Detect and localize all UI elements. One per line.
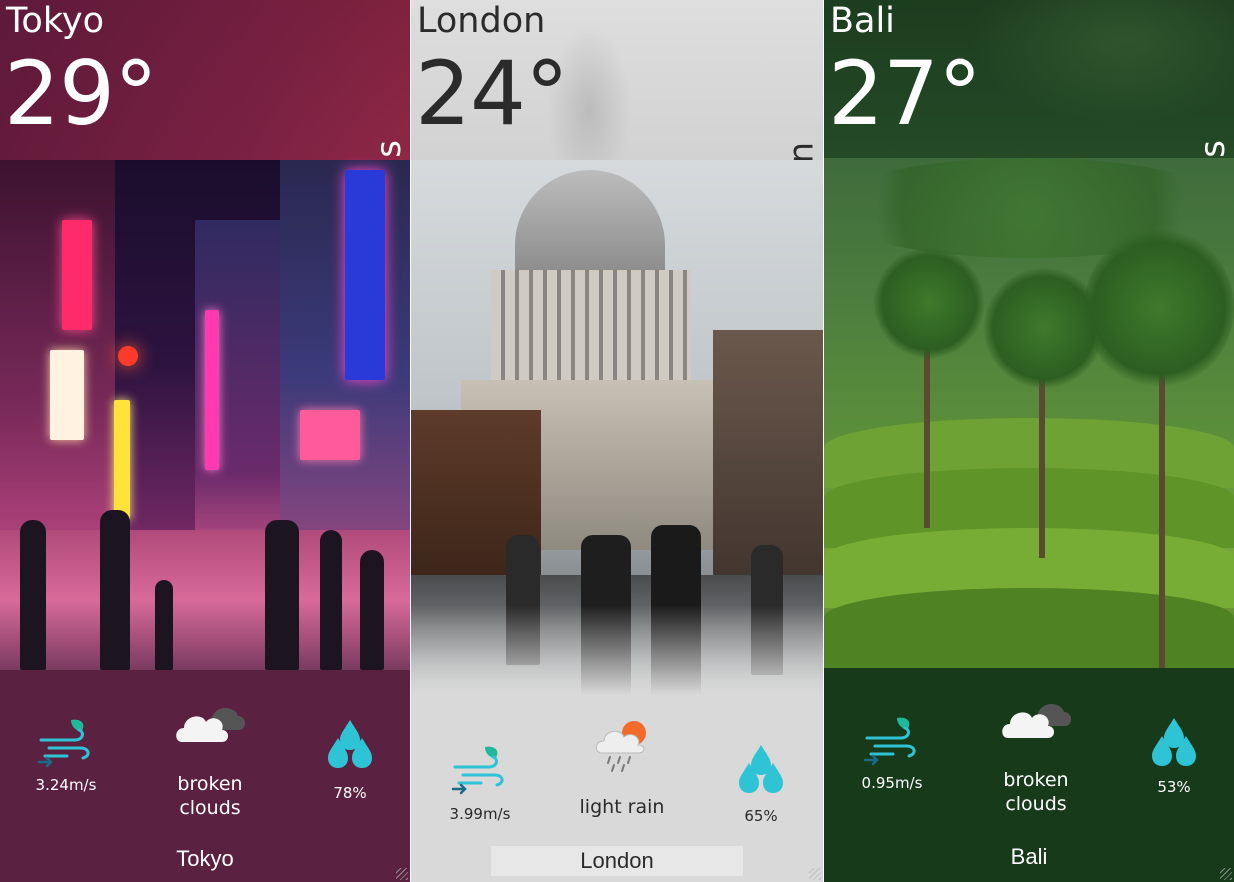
wind-speed: 3.24m/s (35, 776, 97, 794)
condition-description: broken clouds (160, 772, 260, 820)
city-name: Bali (830, 1, 895, 41)
condition-stat: broken clouds (986, 696, 1086, 816)
weather-card-bali[interactable]: Bali 27° Clouds 0.95m/s (824, 0, 1234, 882)
footer-city-name: London (491, 846, 743, 876)
card-header: Bali 27° Clouds (824, 0, 1234, 158)
condition-line-2: clouds (179, 797, 241, 819)
temperature: 27° (828, 42, 982, 145)
card-header: Tokyo 29° Clouds (0, 0, 410, 160)
humidity-drops-icon (739, 745, 783, 793)
weather-main-label: Rain (782, 142, 822, 160)
humidity-stat: 78% (314, 718, 386, 802)
broken-clouds-icon (176, 707, 246, 742)
humidity-stat: 53% (1138, 716, 1210, 796)
wind-icon (863, 717, 916, 766)
condition-description: broken clouds (986, 768, 1086, 816)
condition-line-1: broken (1003, 769, 1069, 791)
condition-line-2: clouds (1005, 793, 1067, 815)
weather-card-tokyo[interactable]: Tokyo 29° Clouds 3 (0, 0, 410, 882)
light-rain-icon (595, 721, 646, 772)
card-stats: 3.99m/s light rain 65% London (411, 695, 823, 882)
condition-line-1: broken (177, 773, 243, 795)
humidity-value: 78% (333, 784, 367, 802)
condition-stat: light rain (567, 717, 677, 819)
humidity-drops-icon (1152, 718, 1196, 766)
resize-handle[interactable] (809, 868, 821, 880)
resize-handle[interactable] (1220, 868, 1232, 880)
city-photo (824, 158, 1234, 668)
card-header: London 24° Rain (411, 0, 823, 160)
resize-handle[interactable] (396, 868, 408, 880)
humidity-drops-icon (328, 720, 372, 768)
humidity-stat: 65% (725, 743, 797, 825)
condition-stat: broken clouds (160, 700, 260, 820)
weather-card-london[interactable]: London 24° Rain 3.99m/s (411, 0, 823, 882)
wind-icon (37, 719, 90, 768)
city-photo (0, 160, 410, 670)
broken-clouds-icon (1002, 703, 1072, 738)
temperature: 24° (415, 42, 569, 145)
footer-city-name: Bali (1010, 844, 1048, 869)
humidity-value: 65% (744, 807, 778, 825)
footer-city-name: Tokyo (176, 846, 234, 871)
wind-stat: 3.24m/s (22, 716, 110, 794)
wind-speed: 0.95m/s (861, 774, 923, 792)
condition-line-1: light rain (579, 796, 665, 818)
wind-stat: 3.99m/s (435, 743, 525, 823)
humidity-value: 53% (1157, 778, 1191, 796)
city-name: London (417, 1, 546, 41)
temperature: 29° (4, 42, 158, 145)
weather-main-label: Clouds (1193, 140, 1233, 158)
wind-stat: 0.95m/s (848, 714, 936, 792)
card-stats: 3.24m/s broken clouds 78% Tokyo (0, 670, 410, 882)
city-photo (411, 160, 823, 695)
wind-speed: 3.99m/s (449, 805, 511, 823)
weather-main-label: Clouds (369, 140, 409, 160)
card-stats: 0.95m/s broken clouds 53% Bali (824, 668, 1234, 882)
condition-description: light rain (567, 795, 677, 819)
wind-icon (451, 746, 504, 795)
city-name: Tokyo (6, 1, 104, 41)
